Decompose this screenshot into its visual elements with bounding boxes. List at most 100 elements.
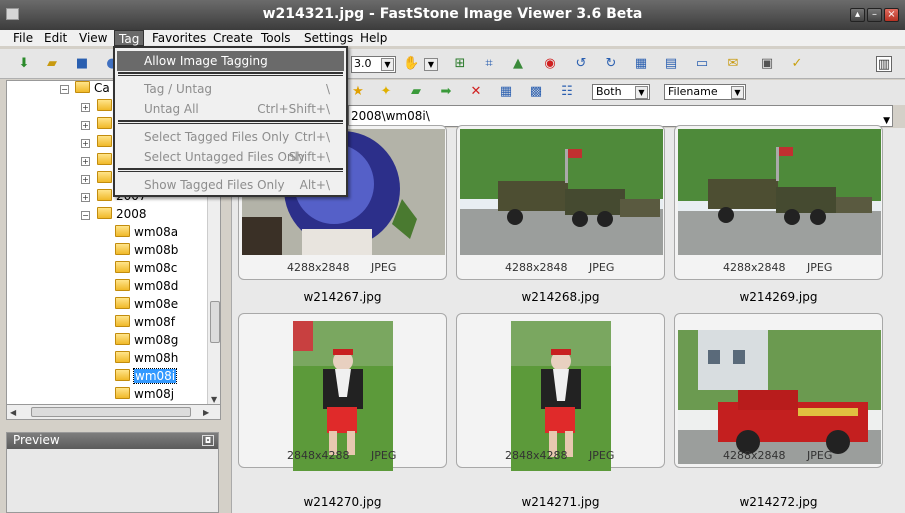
window-title: w214321.jpg - FastStone Image Viewer 3.6… [262, 6, 643, 22]
folder-icon [115, 369, 130, 381]
thumbnail-image [460, 129, 663, 255]
menu-help[interactable]: Help [360, 31, 387, 45]
tree-node-wm08j[interactable]: wm08j [115, 387, 174, 404]
thumbnail-card[interactable]: 4288x2848 JPEG [456, 125, 665, 280]
expand-icon: + [81, 139, 90, 148]
thumbnail-grid-icon[interactable]: ▦ [633, 56, 649, 72]
tree-node-wm08b[interactable]: wm08b [115, 243, 178, 261]
tree-node-wm08d[interactable]: wm08d [115, 279, 178, 297]
color-adjust-icon[interactable]: ▲ [510, 56, 526, 72]
menu-favorites[interactable]: Favorites [152, 31, 206, 45]
menu-view[interactable]: View [79, 31, 107, 45]
settings-check-icon[interactable]: ✓ [789, 56, 805, 72]
menu-separator [118, 120, 343, 124]
menu-settings[interactable]: Settings [304, 31, 353, 45]
close-button[interactable]: × [884, 8, 899, 22]
sort-select[interactable]: Filename ▼ [664, 84, 746, 100]
thumbnail-filename: w214267.jpg [303, 290, 382, 304]
menu-item-select-tagged-only[interactable]: Select Tagged Files Only Ctrl+\ [117, 127, 344, 147]
view-details-icon[interactable]: ▦ [498, 84, 514, 100]
tree-node-wm08a[interactable]: wm08a [115, 225, 178, 243]
rotate-right-icon[interactable]: ↻ [603, 56, 619, 72]
folder-icon [97, 99, 112, 111]
menu-item-select-untagged-only[interactable]: Select Untagged Files Only Shift+\ [117, 147, 344, 167]
scroll-right-icon[interactable]: ▶ [203, 408, 209, 417]
print-icon[interactable]: ▣ [759, 56, 775, 72]
view-list-icon[interactable]: ☷ [559, 84, 575, 100]
menu-create[interactable]: Create [213, 31, 253, 45]
save-icon[interactable]: ■ [74, 56, 90, 72]
view-grid-icon[interactable]: ▩ [528, 84, 544, 100]
thumbnail-filename: w214272.jpg [739, 495, 818, 509]
menu-tools[interactable]: Tools [261, 31, 291, 45]
filmstrip-icon[interactable]: ▤ [663, 56, 679, 72]
star-icon[interactable]: ★ [350, 84, 366, 100]
thumbnail-image [678, 330, 881, 464]
tree-node-wm08h[interactable]: wm08h [115, 351, 178, 369]
move-to-icon[interactable]: ➡ [438, 84, 454, 100]
pan-dropdown-icon[interactable]: ▼ [424, 58, 438, 71]
preview-header: Preview ◘ [7, 433, 218, 449]
hand-pan-icon[interactable]: ✋ [403, 56, 419, 72]
menu-tag[interactable]: Tag [114, 30, 145, 46]
menu-edit[interactable]: Edit [44, 31, 67, 45]
menu-file[interactable]: File [13, 31, 33, 45]
red-eye-icon[interactable]: ◉ [542, 56, 558, 72]
layout-icon[interactable]: ▥ [876, 56, 892, 72]
tree-horizontal-scrollbar[interactable]: ◀ ▶ [6, 405, 221, 420]
scroll-left-icon[interactable]: ◀ [10, 408, 16, 417]
menu-item-untag-all[interactable]: Untag All Ctrl+Shift+\ [117, 99, 344, 119]
folder-icon [97, 153, 112, 165]
expand-icon: + [81, 121, 90, 130]
copy-to-icon[interactable]: ▰ [408, 84, 424, 100]
tree-node-wm08f[interactable]: wm08f [115, 315, 175, 333]
folder-icon [115, 315, 130, 327]
thumbnail-filename: w214269.jpg [739, 290, 818, 304]
tree-node-2008[interactable]: −2008 [81, 207, 147, 225]
thumbnail-card[interactable]: 4288x2848 JPEG [674, 125, 883, 280]
expand-icon: + [81, 193, 90, 202]
tree-node-wm08e[interactable]: wm08e [115, 297, 178, 315]
tree-node-wm08i[interactable]: wm08i [115, 368, 178, 387]
menu-item-tag-untag[interactable]: Tag / Untag \ [117, 79, 344, 99]
new-icon[interactable]: ✦ [378, 84, 394, 100]
collapse-icon: − [81, 211, 90, 220]
open-folder-icon[interactable]: ▰ [44, 56, 60, 72]
scroll-down-icon[interactable]: ▼ [211, 395, 217, 404]
thumbnail-card[interactable]: 2848x4288 JPEG [238, 313, 447, 471]
download-icon[interactable]: ⬇ [16, 56, 32, 72]
tree-node-root[interactable]: − Ca [60, 81, 110, 99]
folder-icon [97, 189, 112, 201]
folder-icon [115, 351, 130, 363]
tree-node-wm08g[interactable]: wm08g [115, 333, 178, 351]
minimize-button[interactable]: ▴ [850, 8, 865, 22]
menu-item-show-tagged-only[interactable]: Show Tagged Files Only Alt+\ [117, 175, 344, 195]
menu-separator [118, 72, 343, 76]
path-input[interactable]: 2008\wm08i\ ▼ [348, 105, 893, 127]
rotate-left-icon[interactable]: ↺ [573, 56, 589, 72]
pin-icon[interactable]: ◘ [202, 435, 214, 446]
folder-icon [115, 297, 130, 309]
folder-icon [97, 207, 112, 219]
scrollbar-thumb[interactable] [31, 407, 191, 417]
scrollbar-thumb[interactable] [210, 301, 220, 343]
menu-item-allow-image-tagging[interactable]: Allow Image Tagging [117, 51, 344, 71]
restore-button[interactable]: – [867, 8, 882, 22]
expand-icon: + [81, 157, 90, 166]
folder-icon [115, 261, 130, 273]
thumbnail-filename: w214268.jpg [521, 290, 600, 304]
file-type-select[interactable]: Both ▼ [592, 84, 650, 100]
folder-icon [115, 243, 130, 255]
folder-icon [115, 333, 130, 345]
folder-icon [97, 135, 112, 147]
thumbnail-card[interactable]: 2848x4288 JPEG [456, 313, 665, 471]
email-icon[interactable]: ✉ [725, 56, 741, 72]
zoom-select[interactable]: 3.0 ▼ [351, 56, 396, 73]
zoom-in-icon[interactable]: ⊞ [452, 56, 468, 72]
expand-icon: + [81, 103, 90, 112]
delete-icon[interactable]: ✕ [468, 84, 484, 100]
fullscreen-icon[interactable]: ▭ [694, 56, 710, 72]
thumbnail-card[interactable]: 4288x2848 JPEG [674, 313, 883, 468]
crop-icon[interactable]: ⌗ [481, 56, 497, 72]
tree-node-wm08c[interactable]: wm08c [115, 261, 177, 279]
